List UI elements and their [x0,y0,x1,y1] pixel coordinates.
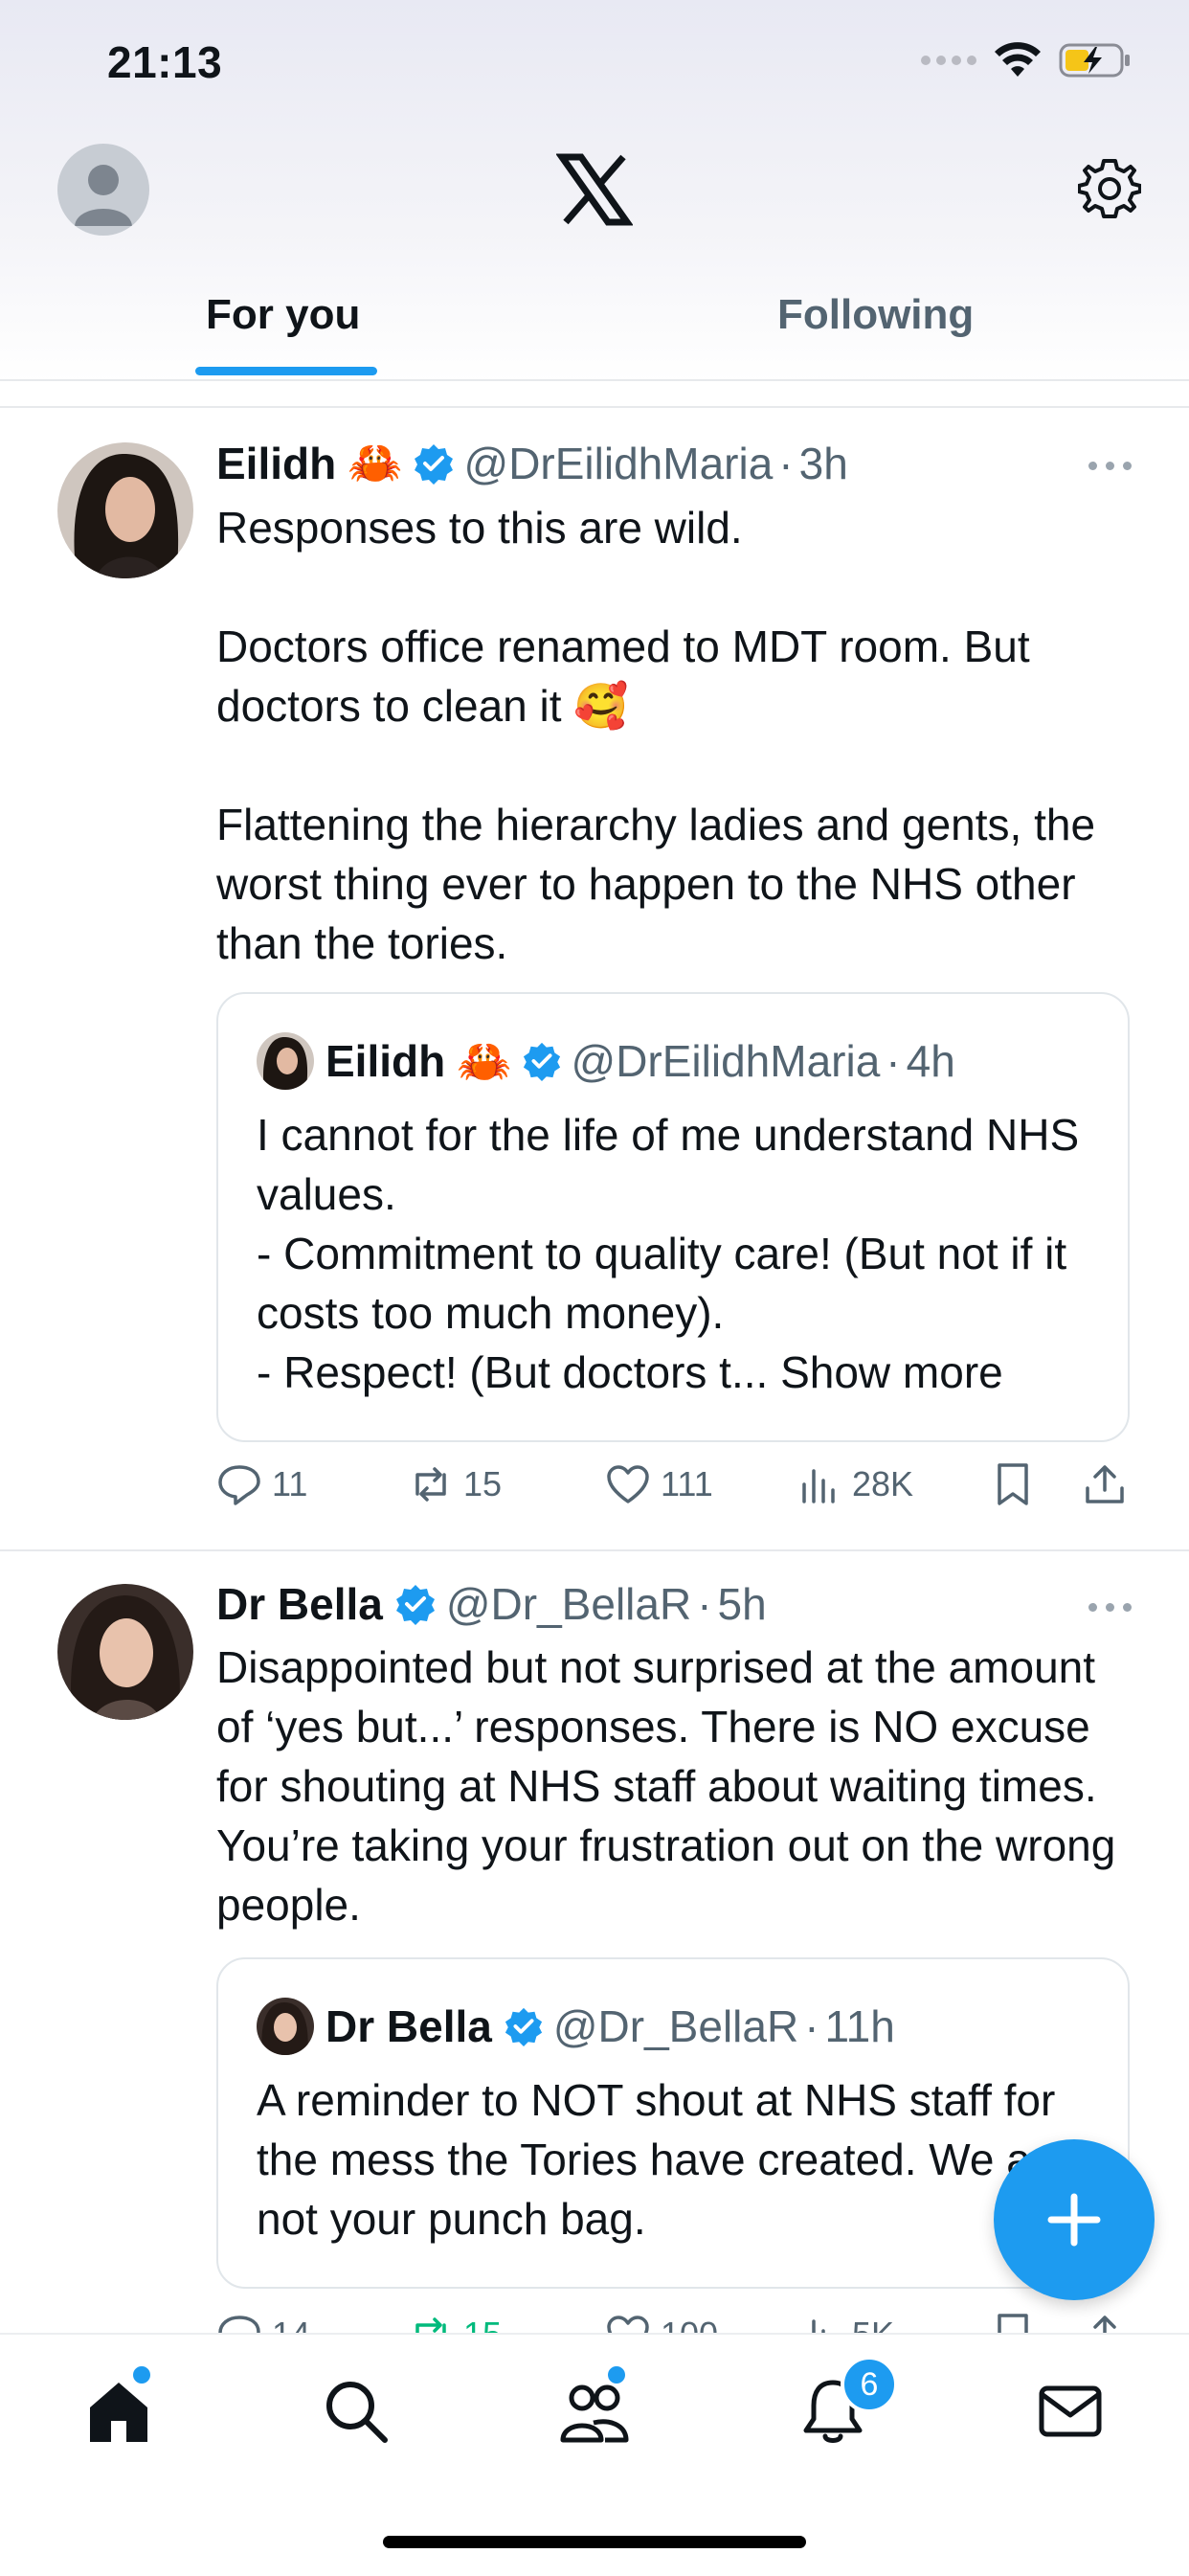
dot-separator: · [778,438,794,488]
post-time[interactable]: 5h [718,1578,767,1630]
quoted-post-header: Eilidh 🦀 @DrEilidhMaria · 4h [257,1032,955,1090]
search-icon[interactable] [318,2373,394,2450]
status-time: 21:13 [107,37,223,87]
tab-for-you[interactable]: For you [206,291,360,339]
verified-badge-icon[interactable] [413,442,455,485]
reply-count: 11 [272,1464,308,1503]
repost-icon [415,1467,446,1502]
post-header: Dr Bella @Dr_BellaR · 5h [216,1578,767,1630]
post-paragraph: Disappointed but not surprised at the am… [216,1642,1116,1930]
quoted-author-avatar [257,1032,314,1090]
battery-charging-icon [1059,43,1130,78]
bookmark-button[interactable] [990,1461,1036,1507]
author-name[interactable]: Dr Bella [216,1578,383,1630]
post-text: Responses to this are wild. Doctors offi… [216,498,1135,973]
like-count: 111 [661,1464,713,1503]
verified-badge-icon [523,1042,560,1081]
view-count: 28K [852,1464,914,1503]
reply-icon [218,1465,260,1505]
post-paragraph: Responses to this are wild. [216,503,743,553]
compose-post-button[interactable] [994,2139,1155,2300]
x-logo-icon[interactable] [556,151,633,228]
views-chart-icon [802,1469,835,1503]
home-indicator [383,2536,806,2548]
quoted-post[interactable]: Eilidh 🦀 @DrEilidhMaria · 4h I cannot fo… [216,992,1130,1442]
post[interactable]: Eilidh 🦀 @DrEilidhMaria · 3h Responses t… [0,408,1189,1548]
reply-button[interactable]: 11 [216,1461,307,1507]
default-avatar-icon [75,165,132,226]
quoted-author-name: Eilidh [325,1036,446,1086]
home-unread-dot [130,2363,153,2386]
quoted-author-name: Dr Bella [325,2001,492,2051]
author-avatar[interactable] [57,442,193,578]
notification-count-badge: 6 [841,2356,898,2413]
author-handle[interactable]: @Dr_BellaR [446,1578,691,1630]
views-button[interactable]: 28K [796,1461,913,1507]
repost-count: 15 [463,1464,503,1503]
verified-badge-icon[interactable] [394,1583,437,1625]
author-name[interactable]: Eilidh [216,438,336,489]
quoted-author-handle: @DrEilidhMaria [571,1036,881,1086]
post-time[interactable]: 3h [799,438,848,489]
settings-gear-icon[interactable] [1078,157,1141,220]
author-avatar[interactable] [57,1584,193,1720]
active-tab-indicator [195,367,377,375]
quoted-post-time: 11h [824,2001,895,2051]
bookmark-icon [998,1463,1028,1505]
post-paragraph: Doctors office renamed to MDT room. But … [216,621,1030,731]
quoted-post-time: 4h [906,1036,955,1086]
cellular-signal-icon [921,56,976,65]
quoted-line: A reminder to NOT shout at NHS staff for… [257,2075,1070,2244]
status-icons [921,42,1132,79]
plus-icon [1047,2193,1101,2247]
timeline-tabs: For you Following [0,268,1189,381]
dot-separator: · [804,2001,819,2051]
quoted-post-text: I cannot for the life of me understand N… [257,1105,1099,1402]
quoted-line: - Respect! (But doctors t... Show more [257,1347,1003,1397]
quoted-author-emoji: 🦀 [457,1035,512,1086]
app-header [0,134,1189,249]
quoted-post-text: A reminder to NOT shout at NHS staff for… [257,2070,1099,2248]
share-icon [1086,1465,1124,1503]
like-button[interactable]: 111 [605,1461,713,1507]
profile-avatar-button[interactable] [57,144,149,236]
share-button[interactable] [1082,1461,1128,1507]
more-options-icon[interactable] [1088,1603,1132,1612]
quoted-author-handle: @Dr_BellaR [552,2001,799,2051]
author-handle[interactable]: @DrEilidhMaria [464,438,774,489]
communities-unread-dot [605,2363,628,2386]
quoted-post[interactable]: Dr Bella @Dr_BellaR · 11h A reminder to … [216,1957,1130,2289]
dot-separator: · [886,1036,901,1086]
quoted-author-avatar [257,1998,314,2055]
post-actions: 11 15 111 28K [216,1461,1135,1519]
post-text: Disappointed but not surprised at the am… [216,1638,1135,1934]
heart-icon [607,1465,649,1503]
wifi-icon [995,42,1041,77]
repost-button[interactable]: 15 [408,1461,502,1507]
more-options-icon[interactable] [1088,462,1132,470]
quoted-post-header: Dr Bella @Dr_BellaR · 11h [257,1998,895,2055]
verified-badge-icon [505,2007,542,2046]
post-paragraph: Flattening the hierarchy ladies and gent… [216,800,1096,968]
quoted-line: - Commitment to quality care! (But not i… [257,1229,1067,1338]
quoted-line: I cannot for the life of me understand N… [257,1110,1080,1219]
post-header: Eilidh 🦀 @DrEilidhMaria · 3h [216,437,848,489]
author-name-emoji: 🦀 [348,438,403,487]
tab-following[interactable]: Following [777,291,974,339]
dot-separator: · [697,1579,712,1629]
messages-envelope-icon[interactable] [1032,2373,1109,2450]
